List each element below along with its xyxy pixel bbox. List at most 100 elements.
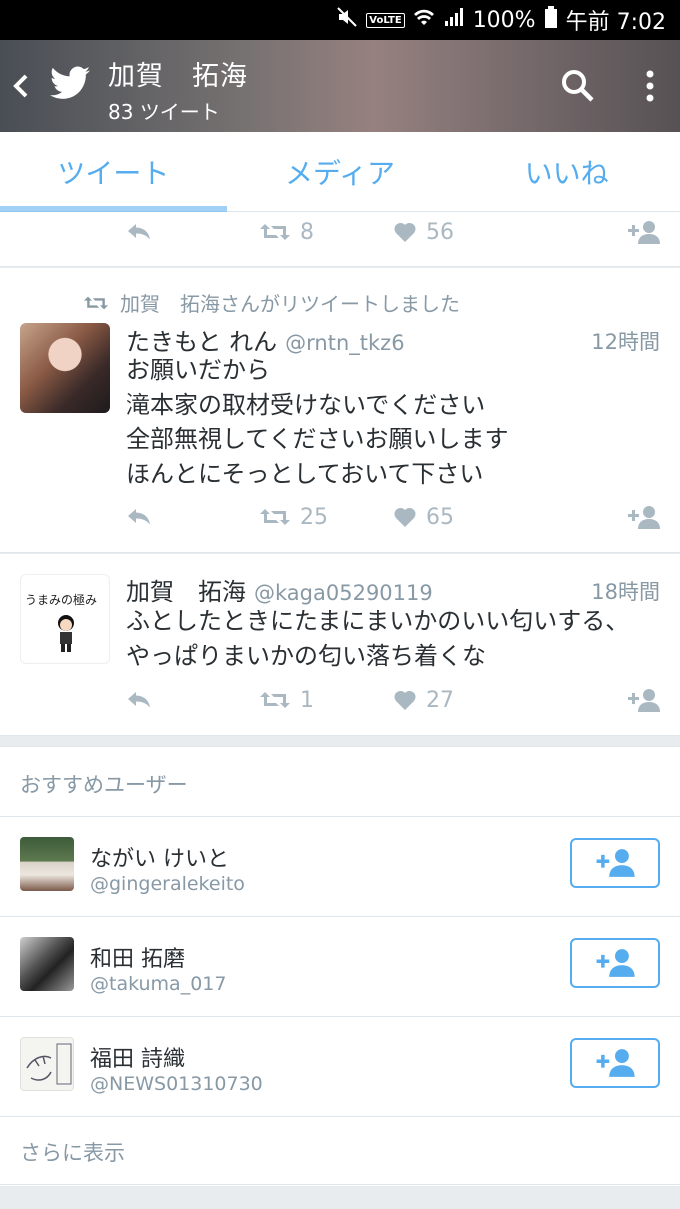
tab-likes[interactable]: いいね: [453, 132, 680, 211]
add-user-icon: [628, 689, 660, 712]
recommended-heading: おすすめユーザー: [0, 747, 680, 817]
reply-icon: [128, 509, 150, 525]
like-count: 27: [426, 687, 454, 713]
user-name: 福田 詩織: [90, 1047, 185, 1072]
reply-icon: [128, 692, 150, 708]
retweet-note: 加賀 拓海さんがリツイートしました: [84, 288, 460, 317]
tweet-card[interactable]: 加賀 拓海さんがリツイートしました たきもと れん @rntn_tkz6 12時間…: [0, 268, 680, 553]
tweet-time: 12時間: [591, 330, 660, 354]
like-button[interactable]: 27: [394, 680, 454, 720]
follow-button[interactable]: [570, 938, 660, 988]
avatar[interactable]: [20, 937, 74, 991]
tweet-text-line: 滝本家の取材受けないでください: [126, 390, 486, 419]
battery-icon: [544, 6, 558, 34]
avatar[interactable]: うまみの極み: [20, 574, 110, 664]
heart-icon: [394, 507, 416, 527]
search-icon: [562, 70, 594, 102]
chevron-left-icon: [13, 74, 28, 98]
author-name: 加賀 拓海: [126, 578, 246, 606]
retweet-button[interactable]: 8: [260, 212, 314, 252]
twitter-bird-icon: [50, 66, 90, 102]
retweet-icon: [84, 296, 108, 309]
user-handle: @NEWS01310730: [90, 1073, 263, 1095]
follow-author-button[interactable]: [624, 497, 660, 537]
clock: 午前 7:02: [565, 10, 666, 35]
retweet-note-text: 加賀 拓海さんがリツイートしました: [120, 292, 460, 316]
tweet-actions: 25 65: [0, 497, 680, 537]
signal-icon: [443, 6, 465, 34]
tweet-actions: 8 56: [0, 212, 680, 252]
tweet-card[interactable]: うまみの極み 加賀 拓海 @kaga05290119 18時間 ふとしたときにたま…: [0, 554, 680, 736]
profile-tabs: ツイート メディア いいね: [0, 132, 680, 212]
tweet-text: お願いだから 滝本家の取材受けないでください 全部無視してくださいお願いします …: [126, 353, 509, 491]
add-user-icon: [628, 221, 660, 244]
retweet-button[interactable]: 1: [260, 680, 314, 720]
tab-tweets[interactable]: ツイート: [0, 132, 227, 212]
author-handle: @kaga05290119: [254, 581, 433, 605]
author-name: たきもと れん: [126, 328, 278, 356]
tweet-author[interactable]: たきもと れん @rntn_tkz6: [126, 322, 405, 357]
heart-icon: [394, 690, 416, 710]
follow-button[interactable]: [570, 838, 660, 888]
tweet-card-partial: 8 56: [0, 212, 680, 267]
search-button[interactable]: [560, 68, 596, 104]
tweet-text-line: ほんとにそっとしておいて下さい: [126, 459, 484, 488]
add-user-icon: [628, 506, 660, 529]
retweet-count: 25: [300, 504, 328, 530]
recommended-user-row[interactable]: 和田 拓磨 @takuma_017: [0, 917, 680, 1017]
show-more-link[interactable]: さらに表示: [0, 1117, 680, 1185]
heart-icon: [394, 222, 416, 242]
avatar[interactable]: [20, 323, 110, 413]
add-user-icon: [596, 1049, 635, 1077]
tweet-author[interactable]: 加賀 拓海 @kaga05290119: [126, 572, 433, 607]
like-count: 56: [426, 219, 454, 245]
add-user-icon: [596, 849, 635, 877]
tab-media[interactable]: メディア: [227, 132, 454, 211]
add-user-icon: [596, 949, 635, 977]
user-name: 和田 拓磨: [90, 947, 185, 972]
author-handle: @rntn_tkz6: [285, 331, 405, 355]
retweet-count: 1: [300, 687, 314, 713]
more-vertical-icon: [646, 70, 654, 102]
wifi-icon: [413, 6, 435, 34]
tweet-text-line: ふとしたときにたまにまいかのいい匂いする、: [126, 607, 630, 635]
reply-button[interactable]: [126, 680, 152, 720]
like-button[interactable]: 56: [394, 212, 454, 252]
reply-button[interactable]: [126, 497, 152, 537]
tweet-actions: 1 27: [0, 680, 680, 720]
profile-header: 加賀 拓海 83 ツイート: [0, 40, 680, 132]
mute-icon: [336, 6, 358, 34]
profile-name: 加賀 拓海: [108, 61, 248, 92]
back-button[interactable]: [10, 68, 32, 104]
avatar[interactable]: [20, 837, 74, 891]
overflow-menu-button[interactable]: [640, 66, 660, 106]
follow-author-button[interactable]: [624, 212, 660, 252]
retweet-button[interactable]: 25: [260, 497, 328, 537]
recommended-users: おすすめユーザー ながい けいと @gingeralekeito 和田 拓磨 @…: [0, 746, 680, 1186]
follow-author-button[interactable]: [624, 680, 660, 720]
user-handle: @takuma_017: [90, 973, 227, 995]
volte-badge: VoLTE: [366, 12, 405, 28]
tweet-text-line: 全部無視してくださいお願いします: [126, 425, 509, 453]
sketch-drawing-icon: [26, 1043, 72, 1085]
user-name: ながい けいと: [90, 847, 229, 872]
tweet-time: 18時間: [591, 580, 660, 604]
recommended-user-row[interactable]: 福田 詩織 @NEWS01310730: [0, 1017, 680, 1117]
avatar[interactable]: [20, 1037, 74, 1091]
user-handle: @gingeralekeito: [90, 873, 245, 895]
battery-percent: 100%: [472, 7, 536, 33]
recommended-user-row[interactable]: ながい けいと @gingeralekeito: [0, 817, 680, 917]
reply-button[interactable]: [126, 212, 152, 252]
tweet-text-line: お願いだから: [126, 356, 270, 384]
tweet-count: 83 ツイート: [108, 100, 220, 124]
like-button[interactable]: 65: [394, 497, 454, 537]
reply-icon: [128, 224, 150, 240]
follow-button[interactable]: [570, 1038, 660, 1088]
like-count: 65: [426, 504, 454, 530]
retweet-icon: [260, 509, 290, 525]
retweet-count: 8: [300, 219, 314, 245]
tweet-text-line: やっぱりまいかの匂い落ち着くな: [126, 641, 486, 670]
retweet-icon: [260, 692, 290, 708]
status-bar: VoLTE 100% 午前 7:02: [0, 0, 680, 40]
tweet-text: ふとしたときにたまにまいかのいい匂いする、 やっぱりまいかの匂い落ち着くな: [126, 604, 629, 673]
